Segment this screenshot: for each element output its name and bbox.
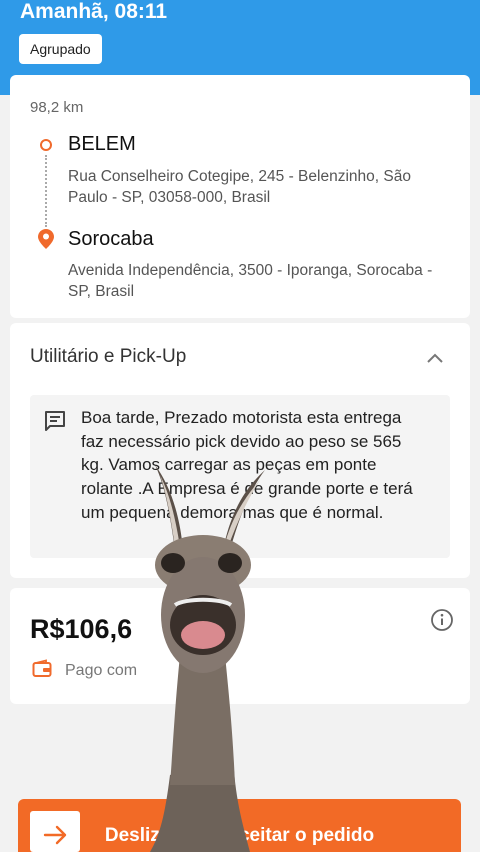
map-pin-icon xyxy=(38,229,54,249)
note-icon xyxy=(45,411,65,431)
origin-address: Rua Conselheiro Cotegipe, 245 - Belenzin… xyxy=(68,168,411,206)
price-value: R$106,6 xyxy=(30,614,133,644)
donkey-overlay-image xyxy=(150,465,265,852)
schedule-title: Amanhã, 08:11 xyxy=(20,0,168,23)
origin-name: BELEM xyxy=(68,133,136,155)
info-icon[interactable] xyxy=(430,608,454,632)
wallet-icon xyxy=(32,659,52,677)
chevron-up-icon[interactable] xyxy=(423,348,447,368)
vehicle-type: Utilitário e Pick-Up xyxy=(30,346,187,367)
route-distance: 98,2 km xyxy=(30,99,84,116)
destination-address: Avenida Independência, 3500 - Iporanga, … xyxy=(68,262,433,300)
origin-dot-icon xyxy=(40,139,52,151)
route-card: 98,2 km BELEM Rua Conselheiro Cotegipe, … xyxy=(10,75,470,318)
route-connector xyxy=(45,155,47,227)
grouped-badge: Agrupado xyxy=(19,34,102,64)
destination-name: Sorocaba xyxy=(68,228,154,250)
